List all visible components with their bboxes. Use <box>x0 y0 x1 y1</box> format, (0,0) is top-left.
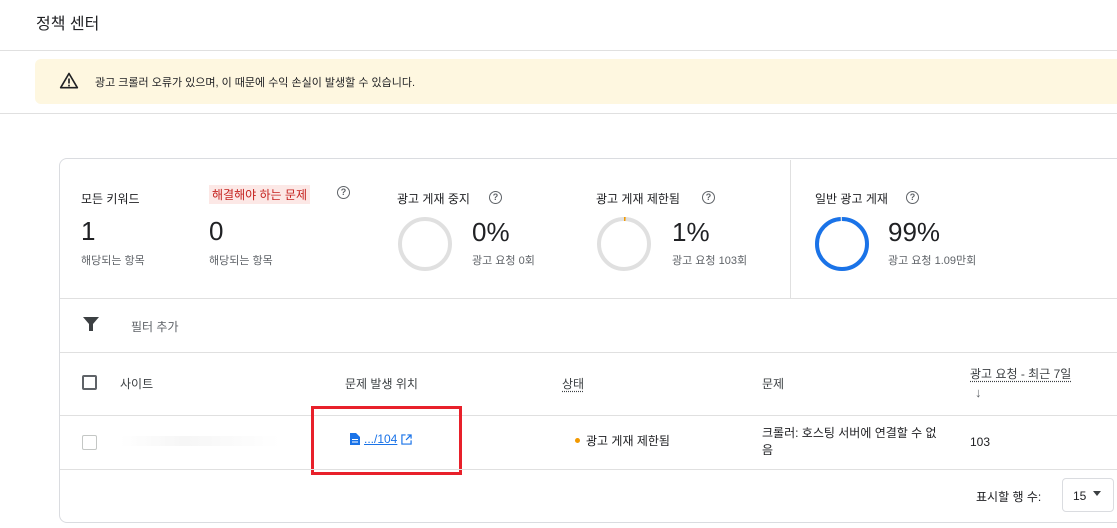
column-header-location[interactable]: 문제 발생 위치 <box>345 375 418 392</box>
stat-must-fix-value: 0 <box>209 216 224 246</box>
warning-icon <box>59 72 79 89</box>
stat-all-keywords-sub: 해당되는 항목 <box>81 255 145 267</box>
caret-down-icon[interactable] <box>1093 491 1101 496</box>
help-icon[interactable]: ? <box>906 191 919 204</box>
divider <box>790 160 791 298</box>
divider <box>60 469 1117 470</box>
column-header-status[interactable]: 상태 <box>562 375 584 392</box>
stat-ads-normal-percent: 99% <box>888 217 941 247</box>
filter-icon[interactable] <box>83 317 99 331</box>
divider <box>60 352 1117 353</box>
stat-all-keywords-label[interactable]: 모든 키워드 <box>81 190 140 207</box>
row-checkbox[interactable] <box>82 435 97 450</box>
stat-all-keywords-value: 1 <box>81 216 96 246</box>
help-icon[interactable]: ? <box>489 191 502 204</box>
stat-ads-restricted-sub: 광고 요청 103회 <box>672 255 748 267</box>
divider <box>60 298 1117 299</box>
rows-per-page-label: 표시할 행 수: <box>976 490 1042 504</box>
column-header-ad-requests[interactable]: 광고 요청 - 최근 7일 <box>970 365 1071 382</box>
stat-ads-disabled-label[interactable]: 광고 게재 중지 <box>397 190 470 207</box>
warning-banner: 광고 크롤러 오류가 있으며, 이 때문에 수익 손실이 발생할 수 있습니다. <box>35 59 1117 104</box>
sort-descending-icon[interactable]: ↓ <box>975 385 982 400</box>
ads-disabled-ring <box>398 217 452 271</box>
divider <box>0 50 1117 51</box>
ads-normal-ring <box>815 217 869 271</box>
stat-ads-disabled-sub: 광고 요청 0회 <box>472 255 535 267</box>
warning-message: 광고 크롤러 오류가 있으며, 이 때문에 수익 손실이 발생할 수 있습니다. <box>95 77 416 89</box>
help-icon[interactable]: ? <box>337 186 350 199</box>
annotation-highlight-box <box>311 406 462 475</box>
stat-must-fix-label[interactable]: 해결해야 하는 문제 <box>209 185 310 204</box>
ad-requests-value: 103 <box>970 435 991 449</box>
divider <box>60 415 1117 416</box>
help-icon[interactable]: ? <box>702 191 715 204</box>
stat-ads-normal-sub: 광고 요청 1.09만회 <box>888 255 977 267</box>
stat-ads-restricted-label[interactable]: 광고 게재 제한됨 <box>596 190 680 207</box>
column-header-site[interactable]: 사이트 <box>120 375 153 392</box>
page-title: 정책 센터 <box>36 16 100 33</box>
rows-per-page-select[interactable]: 15 <box>1062 478 1114 512</box>
site-name-redacted <box>120 436 280 446</box>
add-filter-button[interactable]: 필터 추가 <box>131 318 179 335</box>
column-header-problem[interactable]: 문제 <box>762 375 784 392</box>
status-cell: 광고 게재 제한됨 <box>575 432 670 449</box>
divider <box>0 113 1117 114</box>
select-all-checkbox[interactable] <box>82 375 97 390</box>
ads-restricted-ring <box>597 217 651 271</box>
problem-text: 크롤러: 호스팅 서버에 연결할 수 없음 <box>762 426 937 457</box>
stat-ads-normal-label[interactable]: 일반 광고 게재 <box>815 190 888 207</box>
stat-ads-disabled-percent: 0% <box>472 217 510 247</box>
status-text: 광고 게재 제한됨 <box>586 434 670 448</box>
status-dot-icon <box>575 438 580 443</box>
stat-must-fix-sub: 해당되는 항목 <box>209 255 273 267</box>
stat-ads-restricted-percent: 1% <box>672 217 710 247</box>
